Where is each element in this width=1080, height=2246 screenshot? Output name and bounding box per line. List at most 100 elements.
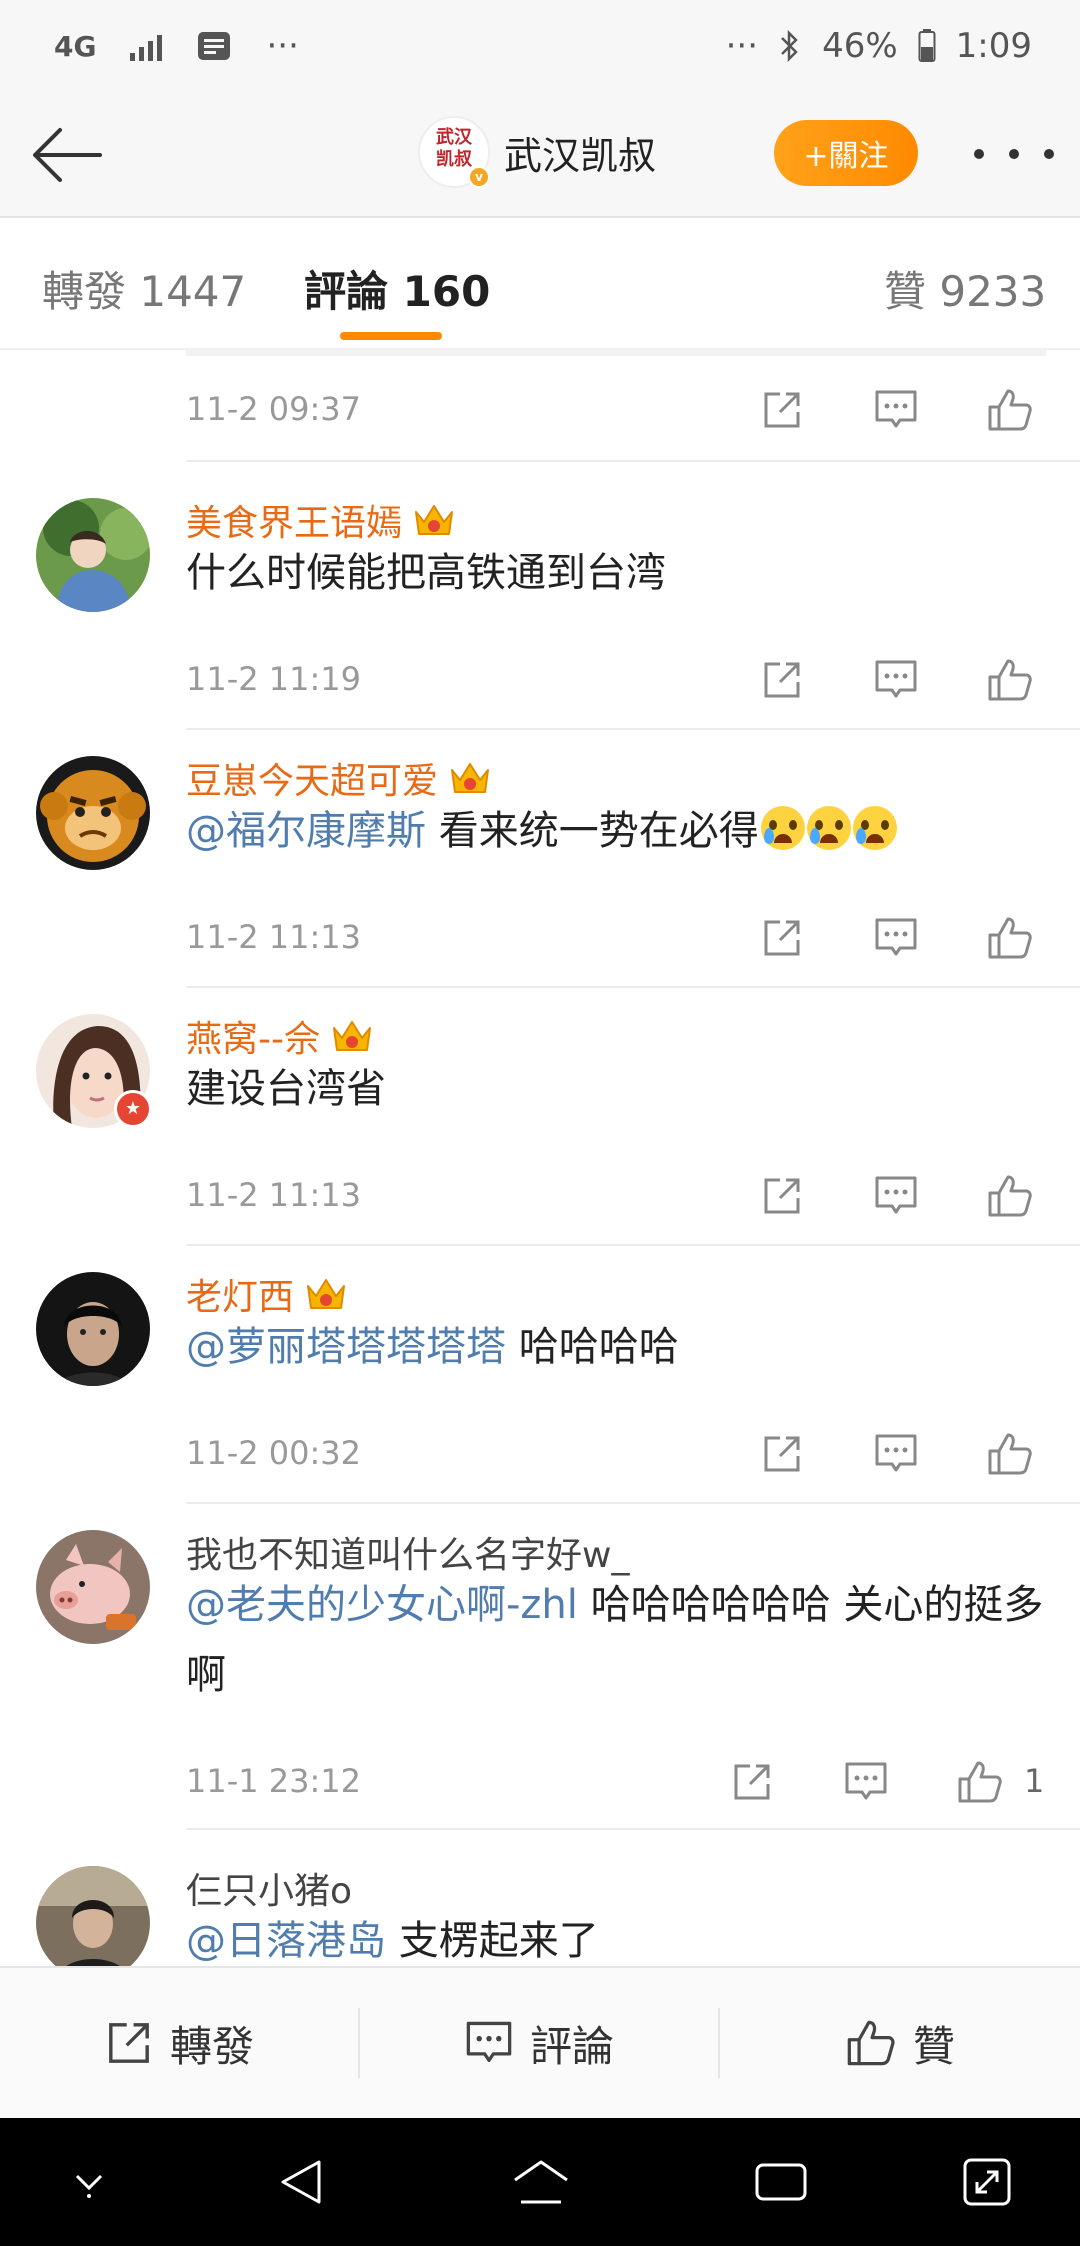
reply-button[interactable] [866,908,926,968]
nav-recents-button[interactable] [746,2152,816,2212]
user-photo-icon [36,1866,150,1966]
reply-button[interactable] [866,650,926,710]
avatar[interactable] [36,1866,150,1966]
reply-button[interactable] [866,380,926,440]
tab-reposts[interactable]: 轉發 1447 [42,258,246,319]
comment-time: 11-2 00:32 [186,1434,362,1472]
reply-button[interactable] [866,1166,926,1226]
nav-expand-button[interactable] [952,2152,1022,2212]
divider [186,728,1080,730]
comment-icon [466,2021,512,2063]
comment-icon [875,1176,917,1214]
comment-list[interactable]: 11-2 09:37 美食界王语嫣 什么时候能把高铁通到台湾 11-2 11:1… [0,350,1080,1966]
nav-home-button[interactable] [506,2152,576,2212]
comment-icon [875,918,917,956]
system-nav-bar [0,2118,1080,2246]
active-tab-indicator [340,332,442,340]
signal-icon [130,31,163,61]
account-header[interactable]: 武汉凯叔 v 武汉凯叔 [418,116,656,188]
comment-text: 建设台湾省 [186,1054,1056,1124]
repost-comment-button[interactable] [752,1166,812,1226]
share-icon [109,2023,149,2063]
repost-button[interactable]: 轉發 [0,1968,358,2118]
comment-text: @萝丽塔塔塔塔塔 哈哈哈哈 [186,1312,1056,1382]
account-name[interactable]: 武汉凯叔 [504,125,656,180]
vip-crown-icon [451,763,490,793]
like-button[interactable] [980,908,1040,968]
comment-body: 看来统一势在必得 [426,808,759,854]
thumbs-up-icon [988,659,1032,701]
repost-comment-button[interactable] [752,1424,812,1484]
nav-back-button[interactable] [266,2152,336,2212]
like-button[interactable] [980,650,1040,710]
repost-comment-button[interactable] [722,1752,782,1812]
mention-link[interactable]: @福尔康摩斯 [186,808,426,854]
title-bar: 武汉凯叔 v 武汉凯叔 +關注 [0,92,1080,218]
mention-link[interactable]: @日落港岛 [186,1918,386,1964]
hide-keyboard-button[interactable] [54,2152,124,2212]
share-icon [764,1178,800,1214]
reply-button[interactable] [836,1752,896,1812]
network-indicator: 4G [54,29,97,63]
comment-text: 什么时候能把高铁通到台湾 [186,538,1056,608]
more-dot-icon [974,149,984,159]
comment-meta: 11-2 11:19 [186,650,1056,710]
triangle-back-icon [281,2160,321,2204]
repost-comment-button[interactable] [752,908,812,968]
avatar[interactable] [36,756,150,870]
divider [186,1502,1080,1504]
like-count: 1 [1024,1762,1045,1800]
thumbs-up-icon [847,2020,895,2066]
thumbs-up-icon [988,1175,1032,1217]
vip-crown-icon [415,505,454,535]
avatar[interactable] [36,1530,150,1644]
account-avatar[interactable]: 武汉凯叔 v [418,116,490,188]
comment-body: 支楞起来了 [386,1918,599,1964]
tab-comments[interactable]: 評論 160 [304,258,490,319]
arrow-left-icon [33,128,102,182]
more-options-button[interactable] [974,132,1054,176]
mention-link[interactable]: @萝丽塔塔塔塔塔 [186,1324,506,1370]
tab-bar: 轉發 1447 評論 160 贊 9233 [0,218,1080,350]
comment-body: 什么时候能把高铁通到台湾 [186,550,666,596]
mention-link[interactable]: @老夫的少女心啊-zhl [186,1582,578,1628]
avatar[interactable] [36,498,150,612]
comment-icon [845,1762,887,1800]
divider [186,1828,1080,1830]
repost-comment-button[interactable] [752,380,812,440]
like-label: 贊 [912,2021,955,2071]
crying-laugh-emoji-icon [760,806,805,850]
comment-time: 11-2 09:37 [186,390,362,428]
like-button[interactable] [980,380,1040,440]
comment-time: 11-1 23:12 [186,1762,362,1800]
verified-badge-icon: v [468,166,490,188]
back-button[interactable] [28,120,104,190]
like-button[interactable] [950,1752,1010,1812]
more-dot-icon [1044,149,1054,159]
home-icon [514,2160,568,2204]
divider [186,460,1080,462]
like-button[interactable] [980,1424,1040,1484]
thumbs-up-icon [988,1433,1032,1475]
thumbs-up-icon [988,917,1032,959]
follow-button[interactable]: +關注 [774,120,918,186]
thumbs-up-icon [958,1761,1002,1803]
comment-body: 建设台湾省 [186,1066,386,1112]
clock: 1:09 [955,26,1032,66]
tab-likes[interactable]: 贊 9233 [884,258,1046,319]
like-button[interactable] [980,1166,1040,1226]
star-badge-icon: ★ [114,1090,152,1128]
comment-icon [875,390,917,428]
like-post-button[interactable]: 贊 [720,1968,1080,2118]
share-icon [764,920,800,956]
comment-button[interactable]: 評論 [360,1968,718,2118]
divider [186,350,1046,356]
comment-text: @老夫的少女心啊-zhl 哈哈哈哈哈哈 关心的挺多啊 [186,1570,1056,1710]
comment-icon [875,660,917,698]
comment-meta: 11-2 00:32 [186,1424,1056,1484]
reply-button[interactable] [866,1424,926,1484]
avatar[interactable] [36,1272,150,1386]
repost-label: 轉發 [169,2021,254,2071]
repost-comment-button[interactable] [752,650,812,710]
share-icon [734,1764,770,1800]
